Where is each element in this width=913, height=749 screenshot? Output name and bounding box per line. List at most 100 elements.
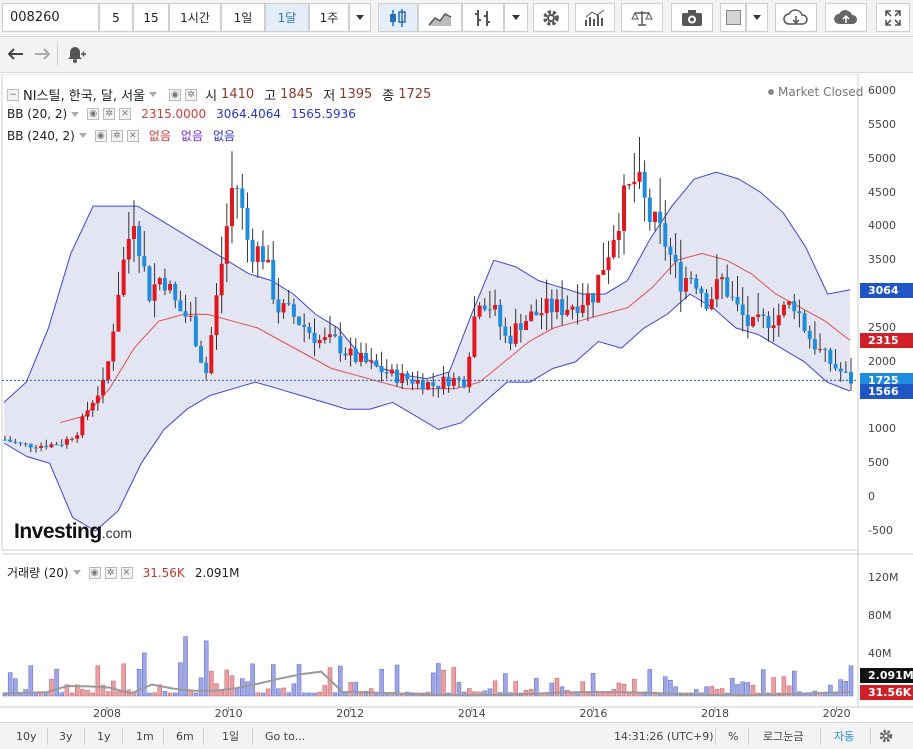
volume-bar — [838, 679, 843, 697]
candle-body — [797, 311, 802, 314]
candle-body — [338, 336, 343, 354]
candle-body — [358, 353, 363, 362]
volume-bar — [260, 692, 266, 697]
auto-scale-toggle[interactable]: 자동 — [834, 727, 854, 745]
interval-dropdown[interactable] — [349, 3, 371, 32]
logo-main: Investing — [14, 520, 102, 543]
divider — [84, 728, 85, 745]
open-label: 시 — [205, 89, 218, 104]
candle-body — [219, 263, 224, 296]
log-scale-toggle[interactable]: 로그눈금 — [763, 727, 803, 745]
color-button[interactable] — [720, 3, 746, 32]
candle-body — [39, 445, 44, 448]
volume-bar — [441, 669, 446, 697]
candle-body — [426, 382, 430, 390]
chevron-down-icon[interactable] — [78, 133, 87, 138]
candle-body — [302, 324, 307, 328]
load-button[interactable] — [775, 3, 817, 32]
candle-body — [327, 334, 332, 338]
candle-body — [472, 316, 477, 357]
volume-bar — [580, 681, 586, 697]
chart-area[interactable]: − NI스틸, 한국, 달, 서울 ◉ ✲ 시 1410 고 1845 저 1395 … — [0, 74, 913, 722]
candle-body — [823, 349, 828, 351]
area-chart-icon — [428, 12, 452, 26]
undo-button[interactable] — [2, 40, 30, 68]
interval-15[interactable]: 15 — [133, 3, 169, 32]
candle-body — [694, 278, 699, 289]
close-icon[interactable]: ✕ — [120, 566, 133, 579]
candle-body — [446, 376, 451, 386]
chevron-down-icon[interactable] — [71, 111, 80, 117]
range-1m[interactable]: 1m — [136, 727, 154, 745]
interval-1h[interactable]: 1시간 — [169, 3, 221, 32]
price-tick: 1000 — [868, 422, 896, 436]
candle-body — [482, 305, 487, 310]
chevron-down-icon[interactable] — [72, 570, 81, 575]
redo-button[interactable] — [28, 40, 56, 68]
interval-1mo[interactable]: 1달 — [265, 3, 309, 32]
close-icon[interactable]: ✕ — [126, 129, 139, 142]
candle-body — [513, 323, 518, 344]
candle-body — [405, 373, 410, 380]
range-1d[interactable]: 1일 — [222, 727, 239, 745]
area-type-button[interactable] — [418, 3, 462, 32]
range-6m[interactable]: 6m — [176, 727, 194, 745]
visibility-icon[interactable]: ◉ — [88, 566, 101, 579]
volume-bar — [59, 692, 64, 697]
volume-bar — [136, 668, 142, 697]
color-swatch-icon — [725, 10, 741, 25]
visibility-icon[interactable]: ◉ — [169, 88, 182, 101]
visibility-icon[interactable]: ◉ — [94, 129, 107, 142]
candle-body — [49, 444, 54, 448]
range-10y[interactable]: 10y — [16, 727, 37, 745]
candle-body — [126, 238, 131, 260]
screenshot-button[interactable] — [671, 3, 713, 32]
visibility-icon[interactable]: ◉ — [87, 108, 100, 120]
candle-body — [23, 443, 28, 445]
divider — [748, 728, 749, 745]
settings-icon[interactable]: ✲ — [110, 129, 123, 142]
candle-body — [142, 256, 147, 267]
candle-body — [761, 314, 766, 316]
interval-5[interactable]: 5 — [99, 3, 133, 32]
candle-body — [260, 246, 265, 263]
volume-bar — [430, 672, 436, 697]
close-icon[interactable]: ✕ — [119, 108, 132, 120]
settings-button[interactable] — [533, 3, 569, 32]
save-button[interactable] — [825, 3, 867, 32]
alert-button[interactable] — [62, 40, 90, 68]
close-label: 종 — [382, 89, 395, 104]
goto-button[interactable]: Go to... — [265, 727, 305, 745]
interval-1d[interactable]: 1일 — [221, 3, 265, 32]
candle-body — [266, 259, 271, 263]
interval-1w[interactable]: 1주 — [309, 3, 349, 32]
range-1y[interactable]: 1y — [97, 727, 111, 745]
chart-type-dropdown[interactable] — [504, 3, 528, 32]
candle-body — [637, 171, 642, 182]
candle-body — [281, 303, 286, 313]
chevron-down-icon[interactable] — [149, 92, 158, 97]
collapse-icon[interactable]: − — [7, 88, 19, 101]
candle-body — [663, 223, 668, 247]
time-tick: 2008 — [93, 707, 121, 720]
indicators-button[interactable] — [575, 3, 615, 32]
percent-toggle[interactable]: % — [728, 727, 738, 745]
candle-type-button[interactable] — [378, 3, 418, 32]
volume-bar — [95, 665, 101, 697]
settings-icon[interactable]: ✲ — [104, 566, 117, 579]
color-dropdown[interactable] — [746, 3, 768, 32]
symbol-input[interactable]: 008260 — [2, 3, 99, 32]
settings-icon[interactable]: ✲ — [103, 108, 116, 120]
bb240-name: BB (240, 2) — [7, 128, 75, 143]
price-chart[interactable] — [0, 74, 913, 722]
candle-body — [580, 305, 585, 313]
fullscreen-button[interactable] — [876, 3, 910, 32]
candle-body — [647, 197, 652, 223]
range-3y[interactable]: 3y — [59, 727, 73, 745]
time-tick: 2020 — [822, 707, 851, 720]
settings-button[interactable] — [878, 727, 894, 745]
compare-button[interactable] — [621, 3, 663, 32]
candle-body — [730, 296, 735, 298]
settings-icon[interactable]: ✲ — [185, 88, 198, 101]
bar-type-button[interactable] — [462, 3, 504, 32]
